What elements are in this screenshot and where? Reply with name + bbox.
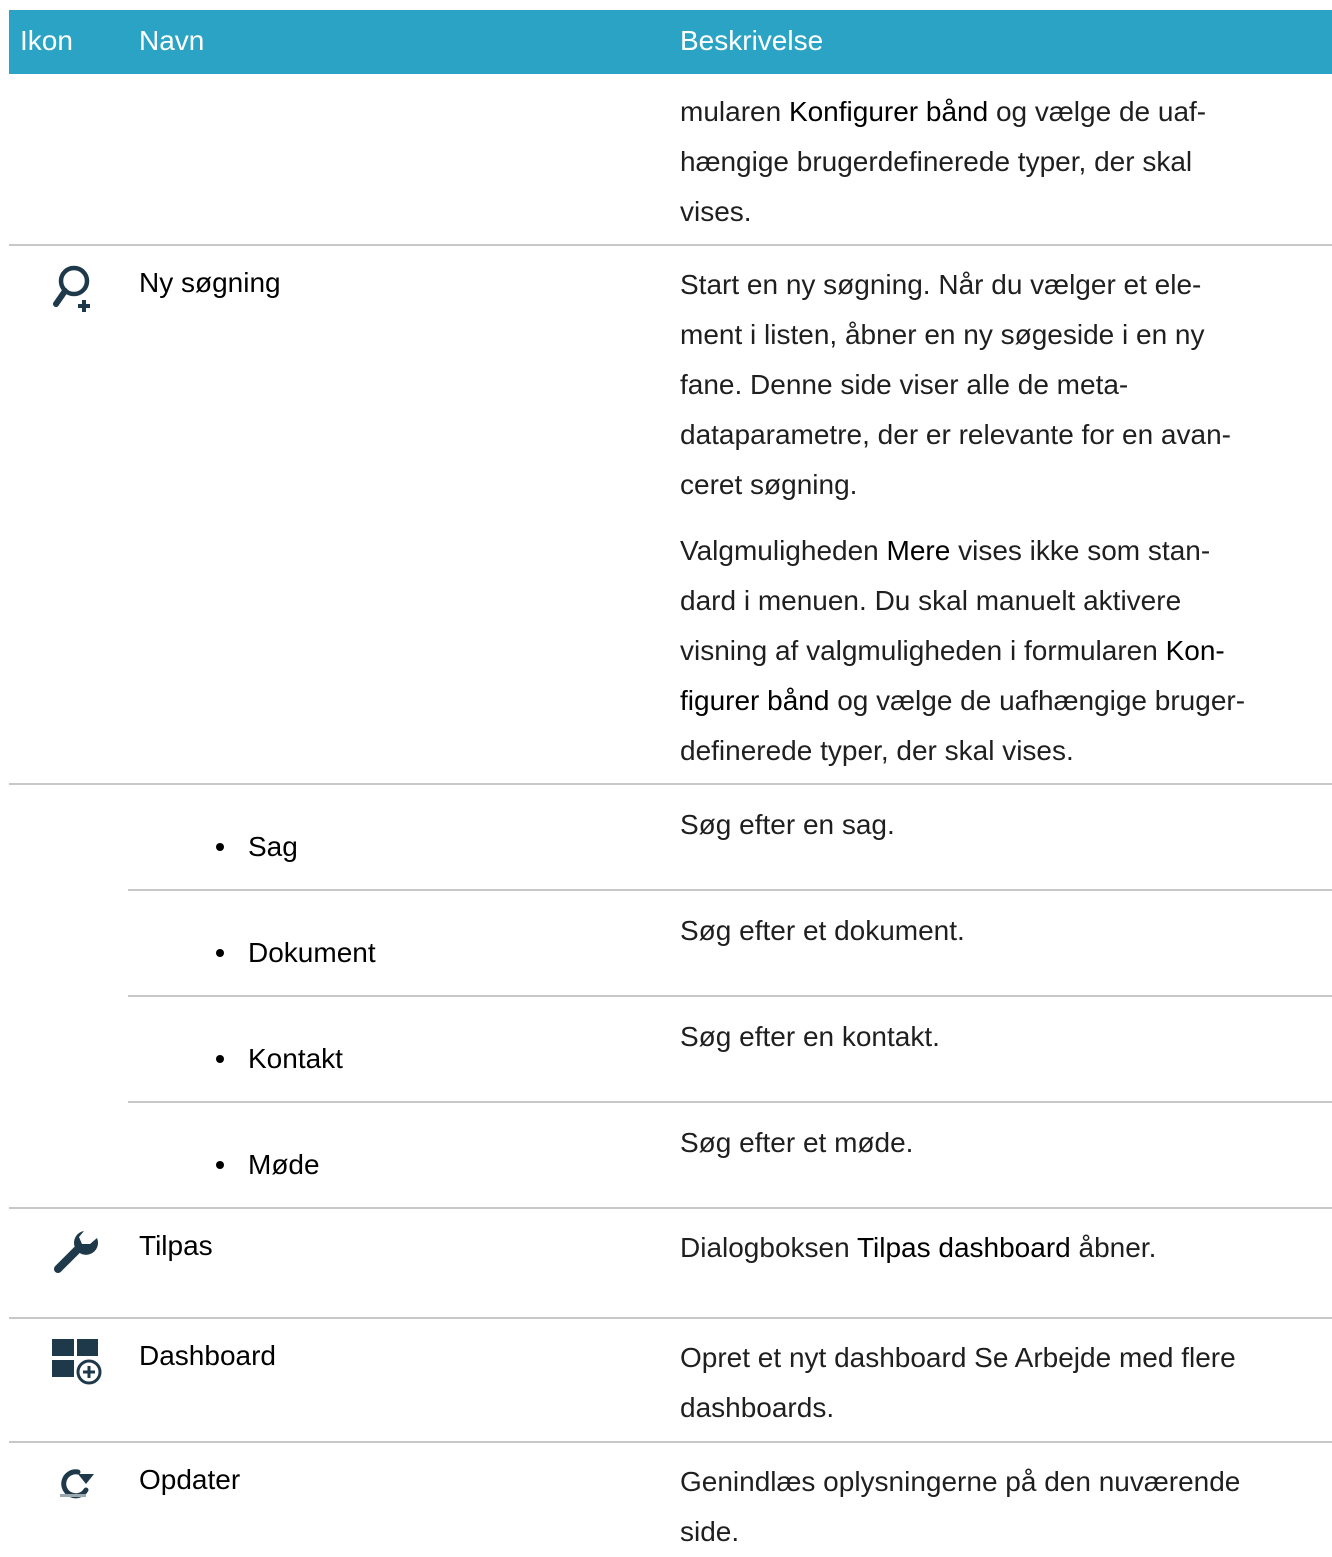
note-bold: Mere [886,535,951,566]
row-name-mode: Møde [216,1148,320,1182]
continued-description: mularen Konfigurer bånd og vælge de uaf-… [680,87,1325,237]
row-divider [9,1207,1332,1209]
opdater-description: Genindlæs oplysningerne på den nuværende… [680,1457,1325,1557]
row-divider [128,1101,1332,1103]
opdater-line: Genindlæs oplysningerne på den nuværende [680,1466,1241,1497]
cont-bold: Konfigurer bånd [788,96,989,127]
row-name-dashboard: Dashboard [139,1340,276,1371]
dashboard-add-icon [52,1339,104,1390]
note-bold: figurer bånd [680,685,830,716]
dashboard-description: Opret et nyt dashboard Se Arbejde med fl… [680,1333,1325,1433]
row-divider [9,244,1332,246]
opdater-line: side. [680,1516,740,1547]
row-name-kontakt: Kontakt [216,1042,343,1076]
refresh-icon [54,1460,98,1505]
dashboard-line: Opret et nyt dashboard Se Arbejde med fl… [680,1342,1236,1373]
wrench-icon [53,1228,99,1279]
bullet-icon [216,948,224,957]
desc-line: dataparametre, der er relevante for en a… [680,419,1231,450]
desc-line: Start en ny søgning. Når du vælger et el… [680,269,1202,300]
header-col-icon: Ikon [20,25,73,56]
note-text: og vælge de uafhængige bruger- [829,685,1246,716]
note-bold: Kon- [1165,635,1225,666]
bullet-icon [216,842,224,851]
dokument-description: Søg efter et dokument. [680,915,965,946]
row-divider [128,995,1332,997]
kontakt-label: Kontakt [248,1043,343,1074]
sag-description: Søg efter en sag. [680,809,895,840]
row-name-opdater: Opdater [139,1464,241,1495]
note-text: vises ikke som stan- [950,535,1211,566]
row-divider [9,1441,1332,1443]
dokument-label: Dokument [248,937,376,968]
cont-text: mularen [680,96,789,127]
cont-line: hængige brugerdefinerede typer, der skal [680,146,1193,177]
dashboard-line: dashboards. [680,1392,835,1423]
note-line: definerede typer, der skal vises. [680,735,1074,766]
mode-label: Møde [248,1149,320,1180]
row-name-dokument: Dokument [216,936,376,970]
header-col-name: Navn [139,25,205,56]
desc-line: fane. Denne side viser alle de meta- [680,369,1129,400]
tilpas-text: Dialogboksen [680,1232,857,1263]
mode-description: Søg efter et møde. [680,1127,914,1158]
note-text: Valgmuligheden [680,535,887,566]
ny-sogning-description: Start en ny søgning. Når du vælger et el… [680,260,1325,510]
row-divider [9,783,1332,785]
header-col-description: Beskrivelse [680,25,824,56]
row-divider [128,889,1332,891]
cont-text: og vælge de uaf- [988,96,1207,127]
tilpas-description: Dialogboksen Tilpas dashboard åbner. [680,1223,1325,1273]
search-add-icon [52,264,98,319]
kontakt-description: Søg efter en kontakt. [680,1021,940,1052]
table-header: Ikon Navn Beskrivelse [9,10,1332,74]
cont-line: vises. [680,196,752,227]
row-divider [9,1317,1332,1319]
desc-line: ceret søgning. [680,469,858,500]
tilpas-text: åbner. [1070,1232,1157,1263]
note-text: visning af valgmuligheden i formularen [680,635,1166,666]
row-name-sag: Sag [216,830,298,864]
tilpas-bold: Tilpas dashboard [856,1232,1071,1263]
note-line: dard i menuen. Du skal manuelt aktivere [680,585,1182,616]
bullet-icon [216,1054,224,1063]
ny-sogning-note: Valgmuligheden Mere vises ikke som stan-… [680,526,1325,776]
sag-label: Sag [248,831,298,862]
row-name-ny-sogning: Ny søgning [139,267,281,298]
desc-line: ment i listen, åbner en ny søgeside i en… [680,319,1205,350]
row-name-tilpas: Tilpas [139,1230,213,1261]
bullet-icon [216,1160,224,1169]
